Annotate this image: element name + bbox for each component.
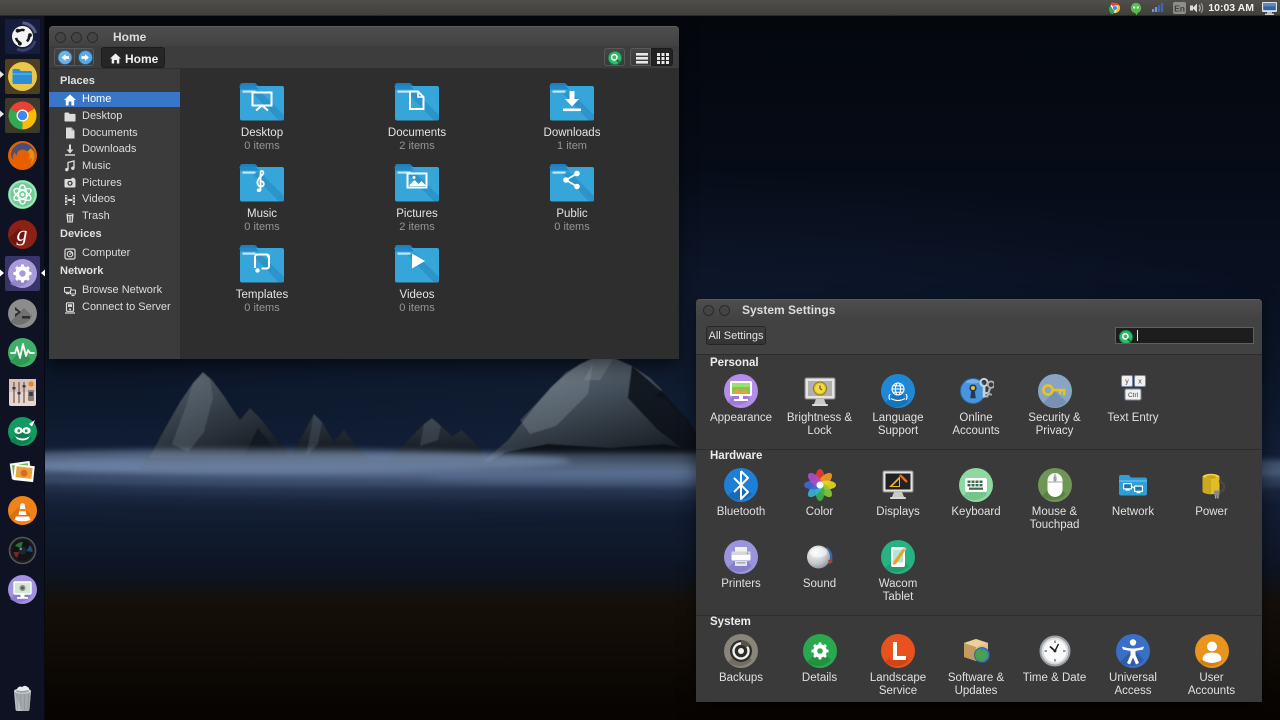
- svg-text:En: En: [1174, 4, 1185, 14]
- svg-text:x: x: [1138, 379, 1142, 386]
- svg-text:y: y: [1125, 379, 1129, 386]
- svg-text:Ctrl: Ctrl: [1128, 392, 1139, 399]
